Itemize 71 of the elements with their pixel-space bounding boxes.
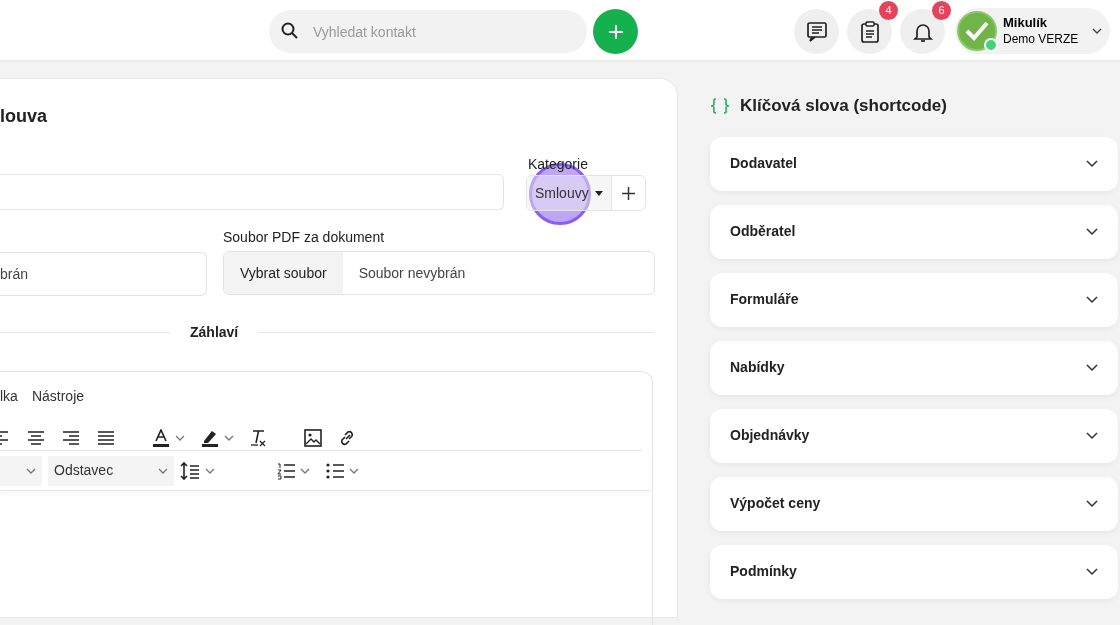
chevron-down-icon	[1086, 499, 1098, 508]
chevron-down-icon	[1092, 28, 1102, 34]
menu-item[interactable]: Nástroje	[31, 386, 85, 407]
clipboard-icon	[858, 20, 881, 43]
chevron-down-icon	[349, 467, 359, 474]
chevron-down-icon	[1086, 295, 1098, 304]
chevron-down-icon	[205, 467, 215, 474]
add-button[interactable]	[593, 9, 638, 54]
menu-item[interactable]: lka	[0, 386, 18, 407]
toolbar-button[interactable]	[98, 430, 114, 445]
accordion-item[interactable]: Formuláře	[710, 272, 1118, 327]
chevron-down-icon	[26, 467, 36, 474]
braces-icon	[710, 97, 730, 114]
justify-icon	[98, 430, 114, 445]
chevron-down-icon	[1086, 159, 1098, 168]
file-field[interactable]: Vybrat soubor Soubor nevybrán	[223, 251, 655, 295]
clear-format-icon	[250, 428, 266, 447]
notification-badge: 4	[879, 1, 898, 20]
text-color-icon	[152, 428, 170, 447]
link-icon	[338, 428, 356, 447]
user-name: Mikulík	[1003, 15, 1049, 31]
toolbar-button[interactable]	[304, 428, 322, 447]
toolbar-button[interactable]	[277, 461, 310, 480]
toolbar-button[interactable]	[152, 428, 185, 447]
user-role: Demo VERZE	[1003, 31, 1080, 47]
file-input[interactable]: brán	[0, 252, 207, 296]
chevron-down-icon	[300, 467, 310, 474]
toolbar-button[interactable]	[28, 430, 44, 445]
accordion-item[interactable]: Podmínky	[710, 544, 1118, 599]
align-right-icon	[63, 430, 79, 445]
chevron-down-icon	[1086, 431, 1098, 440]
accordion-item[interactable]: Dodavatel	[710, 136, 1118, 191]
chevron-down-icon	[224, 434, 234, 441]
accordion-item[interactable]: Objednávky	[710, 408, 1118, 463]
toolbar-button[interactable]	[180, 461, 215, 480]
choose-file-button[interactable]: Vybrat soubor	[224, 252, 343, 294]
user-menu[interactable]: Mikulík Demo VERZE	[955, 8, 1110, 54]
toolbar-button[interactable]	[326, 461, 359, 480]
panel-title: Klíčová slova (shortcode)	[740, 95, 947, 117]
dropdown[interactable]: Odstavec	[48, 455, 174, 486]
line-height-icon	[180, 461, 200, 480]
chevron-down-icon	[158, 467, 168, 474]
section-heading: Záhlaví	[190, 323, 239, 342]
plus-icon	[607, 23, 624, 40]
message-button[interactable]	[794, 9, 839, 54]
toolbar-button[interactable]	[338, 428, 356, 447]
check-icon	[964, 20, 990, 42]
field-label: Soubor PDF za dokument	[223, 228, 385, 247]
bullet-list-icon	[326, 461, 344, 480]
chevron-down-icon	[175, 434, 185, 441]
toolbar-button[interactable]	[201, 428, 234, 447]
accordion-item[interactable]: Odběratel	[710, 204, 1118, 259]
search-field[interactable]: Vyhledat kontakt	[269, 10, 587, 53]
align-center-icon	[28, 430, 44, 445]
chevron-down-icon	[1086, 227, 1098, 236]
accordion-item[interactable]: Nabídky	[710, 340, 1118, 395]
toolbar-button[interactable]	[63, 430, 79, 445]
notification-badge: 6	[932, 1, 951, 20]
highlighter-icon	[201, 428, 219, 447]
chevron-down-icon	[1086, 567, 1098, 576]
file-name: Soubor nevybrán	[357, 263, 467, 283]
form-title: louva	[0, 105, 47, 128]
toolbar-button[interactable]	[250, 428, 266, 447]
search-icon	[281, 22, 299, 40]
name-input[interactable]	[0, 174, 504, 210]
image-icon	[304, 428, 322, 447]
chevron-down-icon	[1086, 363, 1098, 372]
numbered-list-icon	[277, 461, 295, 480]
accordion-item[interactable]: Výpočet ceny	[710, 476, 1118, 531]
field-label: Kategorie	[528, 157, 588, 173]
message-icon	[805, 20, 828, 43]
